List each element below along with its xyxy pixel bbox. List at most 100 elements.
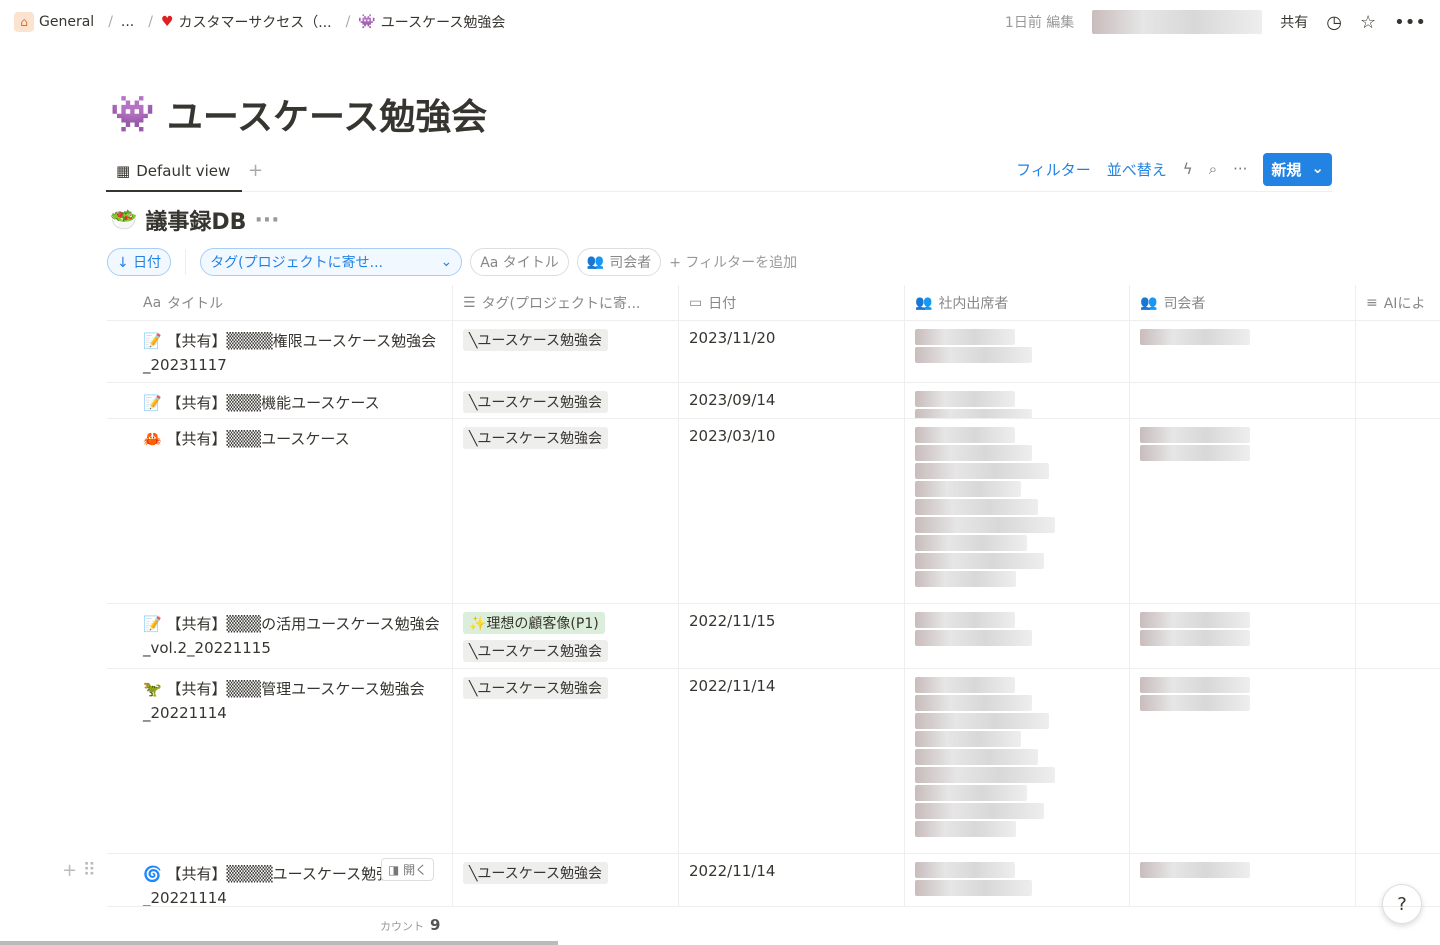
star-icon[interactable]: ☆: [1360, 12, 1376, 33]
col-label: 日付: [708, 295, 737, 312]
host-cell[interactable]: [1130, 383, 1356, 418]
host-cell[interactable]: [1130, 604, 1356, 668]
tag-cell[interactable]: ╲ユースケース勉強会: [453, 419, 679, 603]
host-cell[interactable]: [1130, 419, 1356, 603]
attendee: [915, 713, 1049, 729]
page-icon: 🦖: [143, 680, 162, 698]
breadcrumb-label: General: [39, 14, 95, 30]
host-cell[interactable]: [1130, 321, 1356, 382]
search-icon[interactable]: ⌕: [1209, 160, 1217, 178]
attendee: [915, 481, 1021, 497]
share-button[interactable]: 共有: [1280, 12, 1308, 32]
new-button[interactable]: 新規 ⌄: [1263, 152, 1332, 186]
page-title: 👾 ユースケース勉強会: [110, 88, 487, 140]
attendees-cell[interactable]: [905, 419, 1130, 603]
column-date[interactable]: ▭ 日付: [679, 285, 905, 320]
column-title[interactable]: Aa タイトル: [107, 285, 453, 320]
filter-button[interactable]: フィルター: [1016, 159, 1091, 180]
horizontal-scrollbar[interactable]: [0, 941, 558, 945]
more-icon[interactable]: ···: [254, 208, 279, 233]
add-view-button[interactable]: +: [248, 160, 263, 181]
invader-icon: 👾: [358, 14, 376, 30]
column-host[interactable]: 👥 司会者: [1130, 285, 1356, 320]
column-attendees[interactable]: 👥 社内出席者: [905, 285, 1130, 320]
breadcrumb-ellipsis[interactable]: ...: [121, 14, 134, 30]
host-person: [1140, 677, 1250, 693]
add-filter-button[interactable]: + フィルターを追加: [669, 252, 797, 272]
tag-chip: ╲ユースケース勉強会: [463, 391, 609, 413]
help-button[interactable]: ?: [1382, 884, 1422, 924]
title-cell[interactable]: 📝 【共有】▒▒▒▒権限ユースケース勉強会_20231117: [107, 321, 453, 382]
sort-pill[interactable]: ↓ 日付: [107, 248, 172, 276]
more-icon[interactable]: ···: [1233, 160, 1247, 178]
table-row[interactable]: 🦀 【共有】▒▒▒ユースケース ╲ユースケース勉強会 2023/03/10: [107, 419, 1440, 604]
title-cell[interactable]: 📝 【共有】▒▒▒の活用ユースケース勉強会_vol.2_20221115: [107, 604, 453, 668]
attendees-cell[interactable]: [905, 604, 1130, 668]
host-cell[interactable]: [1130, 669, 1356, 853]
ai-cell[interactable]: [1356, 604, 1440, 668]
title-cell[interactable]: 📝 【共有】▒▒▒機能ユースケース: [107, 383, 453, 418]
tag-cell[interactable]: ✨理想の顧客像(P1) ╲ユースケース勉強会: [453, 604, 679, 668]
table-row[interactable]: 📝 【共有】▒▒▒機能ユースケース ╲ユースケース勉強会 2023/09/14: [107, 383, 1440, 419]
pill-label: 司会者: [609, 255, 652, 271]
tab-default-view[interactable]: ▦ Default view: [106, 152, 242, 192]
attendee: [915, 803, 1044, 819]
column-tag[interactable]: ☰ タグ(プロジェクトに寄...: [453, 285, 679, 320]
host-cell[interactable]: [1130, 854, 1356, 906]
attendee: [915, 499, 1038, 515]
title-cell[interactable]: 🦖 【共有】▒▒▒管理ユースケース勉強会_20221114: [107, 669, 453, 853]
more-icon[interactable]: •••: [1394, 12, 1426, 33]
breadcrumb-general[interactable]: ⌂ General: [14, 12, 94, 32]
column-ai[interactable]: ≡ AIによ: [1356, 285, 1440, 320]
host-person: [1140, 630, 1250, 646]
tag-filter-pill[interactable]: タグ(プロジェクトに寄せ... ⌄: [200, 248, 463, 276]
date-cell[interactable]: 2023/03/10: [679, 419, 905, 603]
history-icon[interactable]: ◷: [1326, 12, 1342, 33]
title-filter-pill[interactable]: Aa タイトル: [470, 248, 569, 276]
attendees-cell[interactable]: [905, 669, 1130, 853]
breadcrumb-current[interactable]: 👾 ユースケース勉強会: [358, 12, 505, 32]
attendees-cell[interactable]: [905, 854, 1130, 906]
ai-cell[interactable]: [1356, 419, 1440, 603]
ai-cell[interactable]: [1356, 669, 1440, 853]
host-filter-pill[interactable]: 👥 司会者: [576, 248, 662, 276]
table-row[interactable]: 📝 【共有】▒▒▒の活用ユースケース勉強会_vol.2_20221115 ✨理想…: [107, 604, 1440, 669]
add-row-handle[interactable]: + ⠿: [62, 860, 96, 881]
ai-cell[interactable]: [1356, 321, 1440, 382]
open-row-button[interactable]: ◨ 開く: [381, 858, 435, 881]
database-title: 🥗 議事録DB ···: [110, 204, 280, 236]
table-row[interactable]: 🦖 【共有】▒▒▒管理ユースケース勉強会_20221114 ╲ユースケース勉強会…: [107, 669, 1440, 854]
db-title-text[interactable]: 議事録DB: [145, 204, 246, 236]
automation-icon[interactable]: ϟ: [1183, 160, 1193, 178]
table-row[interactable]: 📝 【共有】▒▒▒▒権限ユースケース勉強会_20231117 ╲ユースケース勉強…: [107, 321, 1440, 383]
tag-cell[interactable]: ╲ユースケース勉強会: [453, 383, 679, 418]
chevron-down-icon[interactable]: ⌄: [1311, 159, 1324, 180]
date-cell[interactable]: 2022/11/14: [679, 854, 905, 906]
ai-cell[interactable]: [1356, 383, 1440, 418]
title-cell[interactable]: 🦀 【共有】▒▒▒ユースケース: [107, 419, 453, 603]
col-label: AIによ: [1383, 295, 1426, 312]
invader-icon: 👾: [110, 94, 155, 135]
page-title-text: ユースケース勉強会: [166, 97, 488, 138]
breadcrumb-cs[interactable]: ♥ カスタマーサクセス（...: [161, 12, 332, 32]
view-tabs: ▦ Default view + フィルター 並べ替え ϟ ⌕ ··· 新規 ⌄: [106, 152, 1332, 192]
date-cell[interactable]: 2023/11/20: [679, 321, 905, 382]
table-row[interactable]: 🌀 【共有】▒▒▒▒ユースケース勉強会_20221114 ╲ユースケース勉強会 …: [107, 854, 1440, 907]
date-cell[interactable]: 2023/09/14: [679, 383, 905, 418]
attendee: [915, 463, 1049, 479]
attendee: [915, 821, 1016, 837]
host-person: [1140, 695, 1250, 711]
tag-cell[interactable]: ╲ユースケース勉強会: [453, 854, 679, 906]
attendees-cell[interactable]: [905, 383, 1130, 418]
page-icon: 📝: [143, 394, 162, 412]
date-cell[interactable]: 2022/11/14: [679, 669, 905, 853]
tag-chip: ╲ユースケース勉強会: [463, 329, 609, 351]
date-cell[interactable]: 2022/11/15: [679, 604, 905, 668]
page-icon: 📝: [143, 332, 162, 350]
attendee: [915, 535, 1027, 551]
tag-cell[interactable]: ╲ユースケース勉強会: [453, 321, 679, 382]
page-icon: 🌀: [143, 865, 162, 883]
attendees-cell[interactable]: [905, 321, 1130, 382]
tag-cell[interactable]: ╲ユースケース勉強会: [453, 669, 679, 853]
sort-button[interactable]: 並べ替え: [1107, 159, 1167, 180]
